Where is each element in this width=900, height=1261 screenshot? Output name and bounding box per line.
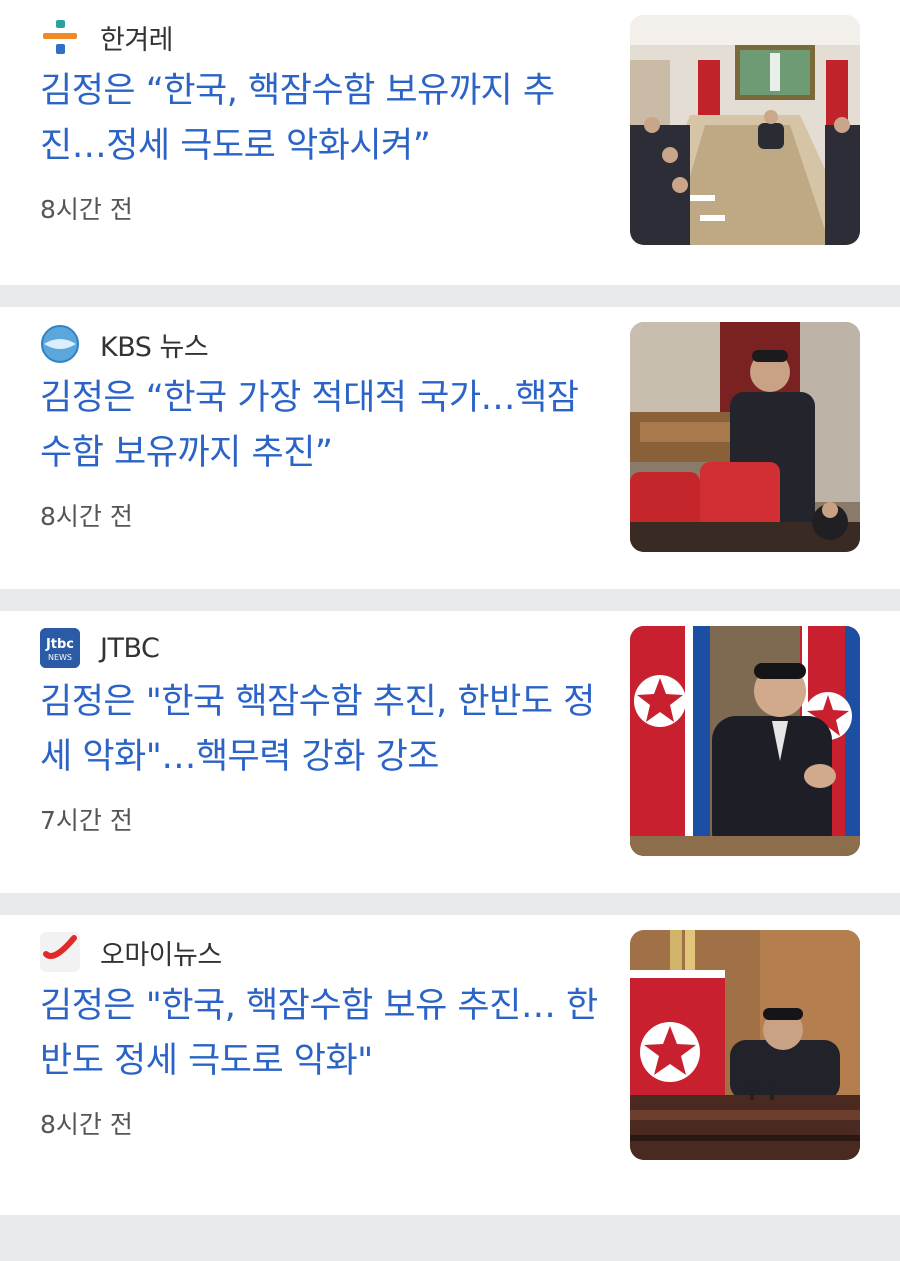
news-headline[interactable]: 김정은 “한국, 핵잠수함 보유까지 추진…정세 극도로 악화시켜” (40, 64, 600, 174)
news-card[interactable]: 오마이뉴스 김정은 "한국, 핵잠수함 보유 추진… 한반도 정세 극도로 악화… (0, 915, 900, 1215)
news-card[interactable]: Jtbc NEWS JTBC 김정은 "한국 핵잠수함 추진, 한반도 정세 악… (0, 611, 900, 893)
flags-clapping-thumbnail[interactable] (630, 626, 860, 856)
news-source[interactable]: Jtbc NEWS JTBC (40, 628, 160, 668)
source-name: 한겨레 (100, 24, 174, 56)
news-headline[interactable]: 김정은 “한국 가장 적대적 국가…핵잠수함 보유까지 추진” (40, 371, 600, 481)
ohmynews-logo-icon (40, 932, 80, 972)
timestamp: 8시간 전 (40, 502, 133, 531)
hani-logo-icon (40, 17, 80, 57)
podium-flag-thumbnail[interactable] (630, 930, 860, 1160)
news-feed: 한겨레 김정은 “한국, 핵잠수함 보유까지 추진…정세 극도로 악화시켜” 8… (0, 0, 900, 1215)
svg-text:NEWS: NEWS (48, 653, 72, 662)
news-headline[interactable]: 김정은 "한국, 핵잠수함 보유 추진… 한반도 정세 극도로 악화" (40, 979, 600, 1089)
jtbc-logo-icon: Jtbc NEWS (40, 628, 80, 668)
news-card[interactable]: 한겨레 김정은 “한국, 핵잠수함 보유까지 추진…정세 극도로 악화시켜” 8… (0, 0, 900, 285)
news-headline[interactable]: 김정은 "한국 핵잠수함 추진, 한반도 정세 악화"…핵무력 강화 강조 (40, 675, 600, 785)
svg-text:Jtbc: Jtbc (45, 637, 74, 652)
podium-speech-thumbnail[interactable] (630, 322, 860, 552)
source-name: 오마이뉴스 (100, 939, 222, 971)
timestamp: 8시간 전 (40, 195, 133, 224)
timestamp: 8시간 전 (40, 1110, 133, 1139)
news-card[interactable]: KBS 뉴스 김정은 “한국 가장 적대적 국가…핵잠수함 보유까지 추진” 8… (0, 307, 900, 589)
news-source[interactable]: 오마이뉴스 (40, 932, 222, 972)
kbs-logo-icon (40, 324, 80, 364)
meeting-table-thumbnail[interactable] (630, 15, 860, 245)
source-name: KBS 뉴스 (100, 331, 209, 363)
news-source[interactable]: 한겨레 (40, 17, 174, 57)
timestamp: 7시간 전 (40, 806, 133, 835)
news-source[interactable]: KBS 뉴스 (40, 324, 209, 364)
source-name: JTBC (100, 632, 160, 664)
